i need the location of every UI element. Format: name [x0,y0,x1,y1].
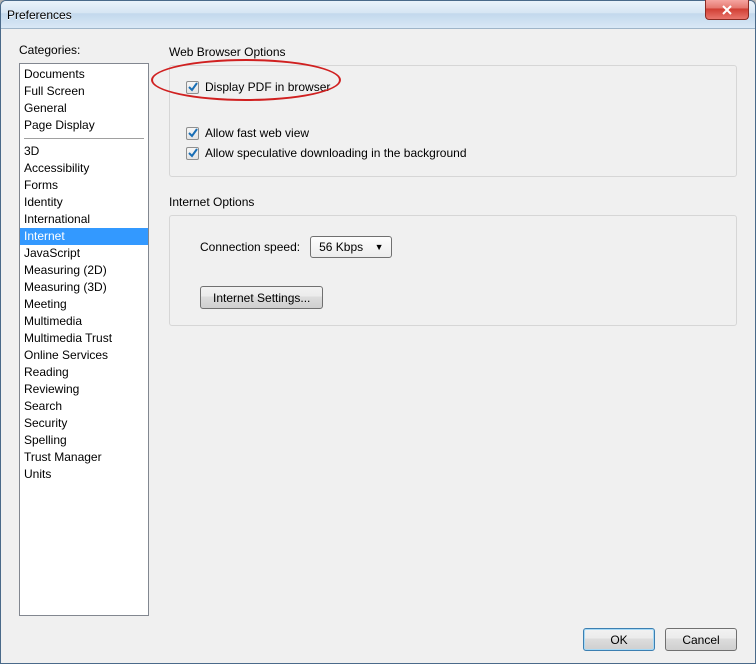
window-title: Preferences [7,8,72,22]
speculative-checkbox[interactable] [186,147,199,160]
category-item-reading[interactable]: Reading [20,364,148,381]
category-item-accessibility[interactable]: Accessibility [20,160,148,177]
display-pdf-label: Display PDF in browser [205,80,330,94]
preferences-dialog: Preferences Categories: DocumentsFull Sc… [0,0,756,664]
category-item-units[interactable]: Units [20,466,148,483]
internet-options-label: Internet Options [169,195,737,209]
category-item-meeting[interactable]: Meeting [20,296,148,313]
category-item-spelling[interactable]: Spelling [20,432,148,449]
category-item-online-services[interactable]: Online Services [20,347,148,364]
ok-button[interactable]: OK [583,628,655,651]
connection-speed-value: 56 Kbps [319,240,363,254]
category-item-multimedia[interactable]: Multimedia [20,313,148,330]
web-browser-options-label: Web Browser Options [169,45,737,59]
category-divider [24,138,144,139]
chevron-down-icon: ▼ [371,242,387,252]
internet-settings-button[interactable]: Internet Settings... [200,286,323,309]
category-item-3d[interactable]: 3D [20,143,148,160]
titlebar: Preferences [1,1,755,29]
speculative-label: Allow speculative downloading in the bac… [205,146,467,160]
categories-label: Categories: [19,43,149,57]
category-item-internet[interactable]: Internet [20,228,148,245]
check-icon [188,82,198,92]
close-icon [721,5,733,15]
category-item-measuring-3d-[interactable]: Measuring (3D) [20,279,148,296]
category-item-measuring-2d-[interactable]: Measuring (2D) [20,262,148,279]
category-item-trust-manager[interactable]: Trust Manager [20,449,148,466]
close-button[interactable] [705,0,749,20]
connection-speed-dropdown[interactable]: 56 Kbps ▼ [310,236,392,258]
category-item-multimedia-trust[interactable]: Multimedia Trust [20,330,148,347]
category-item-documents[interactable]: Documents [20,66,148,83]
category-item-security[interactable]: Security [20,415,148,432]
category-item-identity[interactable]: Identity [20,194,148,211]
category-item-international[interactable]: International [20,211,148,228]
category-item-general[interactable]: General [20,100,148,117]
category-item-full-screen[interactable]: Full Screen [20,83,148,100]
dialog-footer: OK Cancel [19,616,737,651]
categories-listbox[interactable]: DocumentsFull ScreenGeneralPage Display 3… [19,63,149,616]
connection-speed-label: Connection speed: [200,240,300,254]
check-icon [188,148,198,158]
category-item-forms[interactable]: Forms [20,177,148,194]
display-pdf-checkbox[interactable] [186,81,199,94]
fast-web-label: Allow fast web view [205,126,309,140]
category-item-reviewing[interactable]: Reviewing [20,381,148,398]
category-item-javascript[interactable]: JavaScript [20,245,148,262]
check-icon [188,128,198,138]
dialog-content: Categories: DocumentsFull ScreenGeneralP… [1,29,755,663]
internet-options-group: Connection speed: 56 Kbps ▼ Internet Set… [169,215,737,326]
fast-web-checkbox[interactable] [186,127,199,140]
category-item-page-display[interactable]: Page Display [20,117,148,134]
cancel-button[interactable]: Cancel [665,628,737,651]
category-item-search[interactable]: Search [20,398,148,415]
web-browser-options-group: Display PDF in browser Allow fast web vi… [169,65,737,177]
